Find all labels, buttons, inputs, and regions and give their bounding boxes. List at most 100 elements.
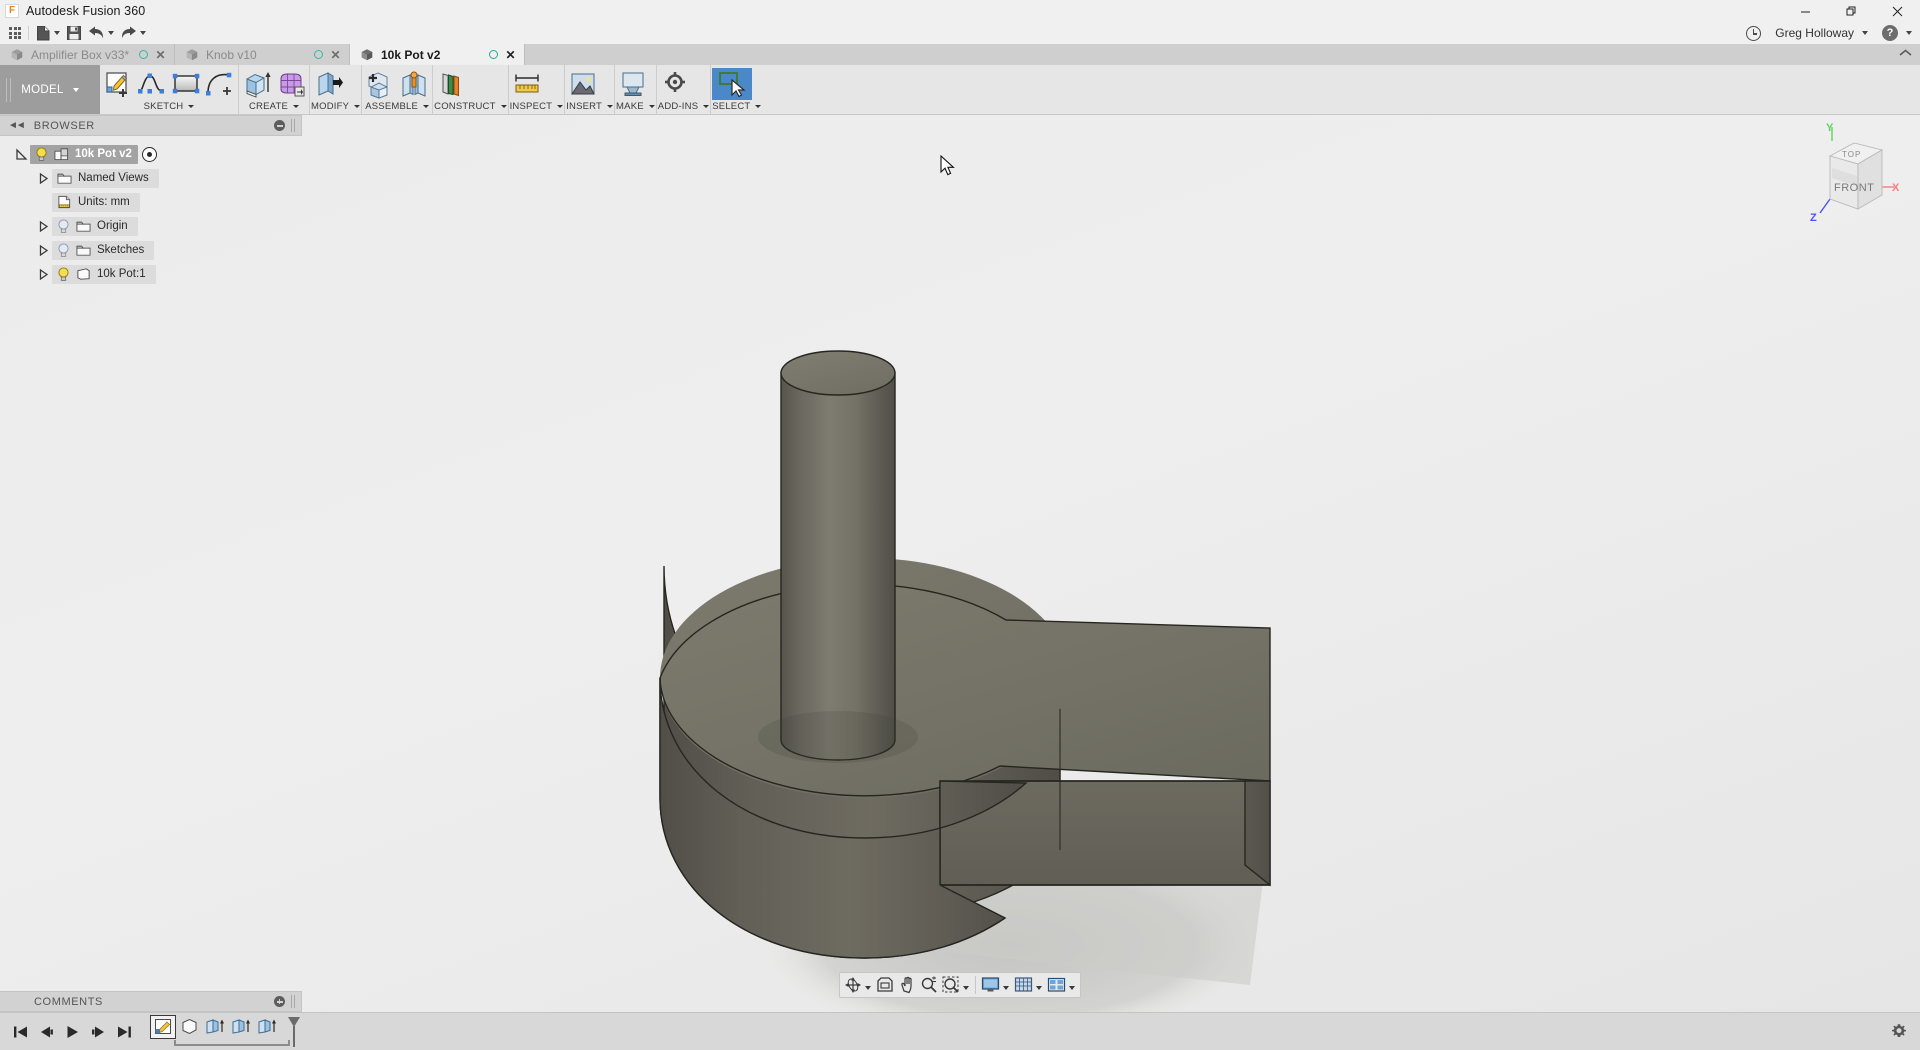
panel-label-addins[interactable]: ADD-INS [658, 99, 709, 114]
document-tab-10k-pot[interactable]: 10k Pot v2 ✕ [350, 44, 525, 65]
create-rectangle-button[interactable] [169, 68, 203, 100]
expand-arrow-right-icon[interactable] [34, 172, 52, 185]
offset-plane-button[interactable] [434, 68, 468, 100]
close-button[interactable] [1874, 0, 1920, 22]
axis-label-x: X [1892, 182, 1900, 194]
timeline-feature-sketch[interactable] [150, 1015, 176, 1039]
collapse-tabs-icon[interactable] [1891, 49, 1920, 61]
pan-button[interactable] [896, 974, 918, 996]
new-component-button[interactable] [363, 68, 397, 100]
document-tab-knob[interactable]: Knob v10 ✕ [175, 44, 350, 65]
tree-row-root[interactable]: 10k Pot v2 [0, 142, 302, 166]
panel-label-modify[interactable]: MODIFY [311, 99, 360, 114]
select-tool-button[interactable] [712, 68, 752, 100]
tree-row-sketches[interactable]: Sketches [0, 238, 302, 262]
timeline-feature-extrude-2[interactable] [202, 1015, 228, 1039]
collapse-left-icon[interactable]: ◄◄ [8, 120, 24, 131]
zoom-button[interactable] [918, 974, 940, 996]
play-button[interactable] [60, 1019, 84, 1045]
create-spline-button[interactable] [135, 68, 169, 100]
panel-label-construct[interactable]: CONSTRUCT [434, 99, 506, 114]
panel-label-create[interactable]: CREATE [240, 99, 308, 114]
measure-button[interactable] [510, 68, 544, 100]
grid-snaps-button[interactable] [1012, 974, 1035, 996]
make-3d-print-button[interactable] [616, 68, 650, 100]
panel-label-assemble[interactable]: ASSEMBLE [363, 99, 431, 114]
go-to-beginning-button[interactable] [8, 1019, 32, 1045]
expand-arrow-right-icon[interactable] [34, 268, 52, 281]
tree-item-named-views[interactable]: Named Views [52, 169, 159, 188]
insert-button[interactable] [566, 68, 600, 100]
tree-item-sketches[interactable]: Sketches [52, 241, 154, 260]
user-menu-button[interactable]: Greg Holloway [1775, 26, 1868, 40]
step-forward-button[interactable] [86, 1019, 110, 1045]
activate-target-icon[interactable] [142, 147, 157, 162]
close-icon[interactable]: ✕ [330, 48, 341, 62]
expand-arrow-right-icon[interactable] [34, 244, 52, 257]
press-pull-button[interactable] [311, 68, 345, 100]
display-settings-button[interactable] [979, 974, 1002, 996]
timeline-feature-extrude-3[interactable] [228, 1015, 254, 1039]
expand-arrow-down-icon[interactable] [12, 148, 30, 161]
timeline-feature-extrude-1[interactable] [176, 1015, 202, 1039]
panel-resize-grip[interactable] [291, 995, 295, 1008]
lightbulb-on-icon[interactable] [35, 147, 48, 162]
viewports-button[interactable] [1045, 974, 1068, 996]
panel-label-inspect[interactable]: INSPECT [510, 99, 564, 114]
chevron-down-icon[interactable] [1069, 986, 1075, 990]
undo-button[interactable] [85, 23, 117, 43]
redo-button[interactable] [117, 23, 149, 43]
chevron-down-icon[interactable] [1036, 986, 1042, 990]
create-form-button[interactable] [274, 68, 308, 100]
close-icon[interactable]: ✕ [155, 48, 166, 62]
chevron-down-icon[interactable] [865, 986, 871, 990]
scripts-addins-button[interactable] [658, 68, 692, 100]
orbit-button[interactable] [842, 974, 864, 996]
help-menu-button[interactable]: ? [1882, 25, 1912, 41]
view-cube[interactable]: Y X Z TOP FRONT [1796, 119, 1912, 231]
settings-gear-button[interactable] [1890, 1022, 1910, 1042]
go-to-end-button[interactable] [112, 1019, 136, 1045]
add-comment-icon[interactable] [274, 996, 285, 1007]
tree-item-units[interactable]: Units: mm [52, 193, 140, 212]
tree-row-named-views[interactable]: Named Views [0, 166, 302, 190]
show-data-panel-button[interactable] [6, 23, 24, 43]
tree-item-10k-pot-body[interactable]: 10k Pot:1 [52, 265, 156, 284]
tree-item-origin[interactable]: Origin [52, 217, 138, 236]
panel-label-insert[interactable]: INSERT [566, 99, 613, 114]
lightbulb-on-icon[interactable] [57, 267, 70, 282]
panel-label-make[interactable]: MAKE [616, 99, 655, 114]
panel-resize-grip[interactable] [291, 119, 295, 132]
maximize-restore-button[interactable] [1828, 0, 1874, 22]
tree-row-origin[interactable]: Origin [0, 214, 302, 238]
ribbon-panel-make: MAKE [615, 65, 657, 114]
chevron-down-icon[interactable] [1003, 986, 1009, 990]
create-arc-button[interactable] [203, 68, 237, 100]
lightbulb-off-icon[interactable] [57, 219, 70, 234]
look-at-button[interactable] [874, 974, 896, 996]
lightbulb-off-icon[interactable] [57, 243, 70, 258]
joint-button[interactable] [397, 68, 431, 100]
save-button[interactable] [63, 23, 85, 43]
tree-row-units[interactable]: Units: mm [0, 190, 302, 214]
timeline-feature-extrude-4[interactable] [254, 1015, 280, 1039]
chevron-down-icon[interactable] [963, 986, 969, 990]
expand-arrow-right-icon[interactable] [34, 220, 52, 233]
zoom-window-button[interactable] [940, 974, 962, 996]
tree-row-body[interactable]: 10k Pot:1 [0, 262, 302, 286]
close-icon[interactable]: ✕ [505, 48, 516, 62]
workspace-switcher[interactable]: MODEL [0, 65, 100, 114]
comments-panel-header[interactable]: COMMENTS [0, 991, 302, 1012]
tree-item-10k-pot-v2[interactable]: 10k Pot v2 [30, 145, 138, 164]
clock-icon[interactable] [1746, 26, 1761, 41]
file-menu-button[interactable] [33, 23, 63, 43]
minimize-button[interactable] [1782, 0, 1828, 22]
document-tab-amplifier-box[interactable]: Amplifier Box v33* ✕ [0, 44, 175, 65]
create-sketch-button[interactable] [101, 68, 135, 100]
panel-label-sketch[interactable]: SKETCH [101, 99, 237, 114]
extrude-button[interactable] [240, 68, 274, 100]
step-back-button[interactable] [34, 1019, 58, 1045]
timeline-end-marker[interactable] [286, 1015, 300, 1049]
minimize-panel-icon[interactable] [274, 120, 285, 131]
panel-label-select[interactable]: SELECT [712, 99, 761, 114]
